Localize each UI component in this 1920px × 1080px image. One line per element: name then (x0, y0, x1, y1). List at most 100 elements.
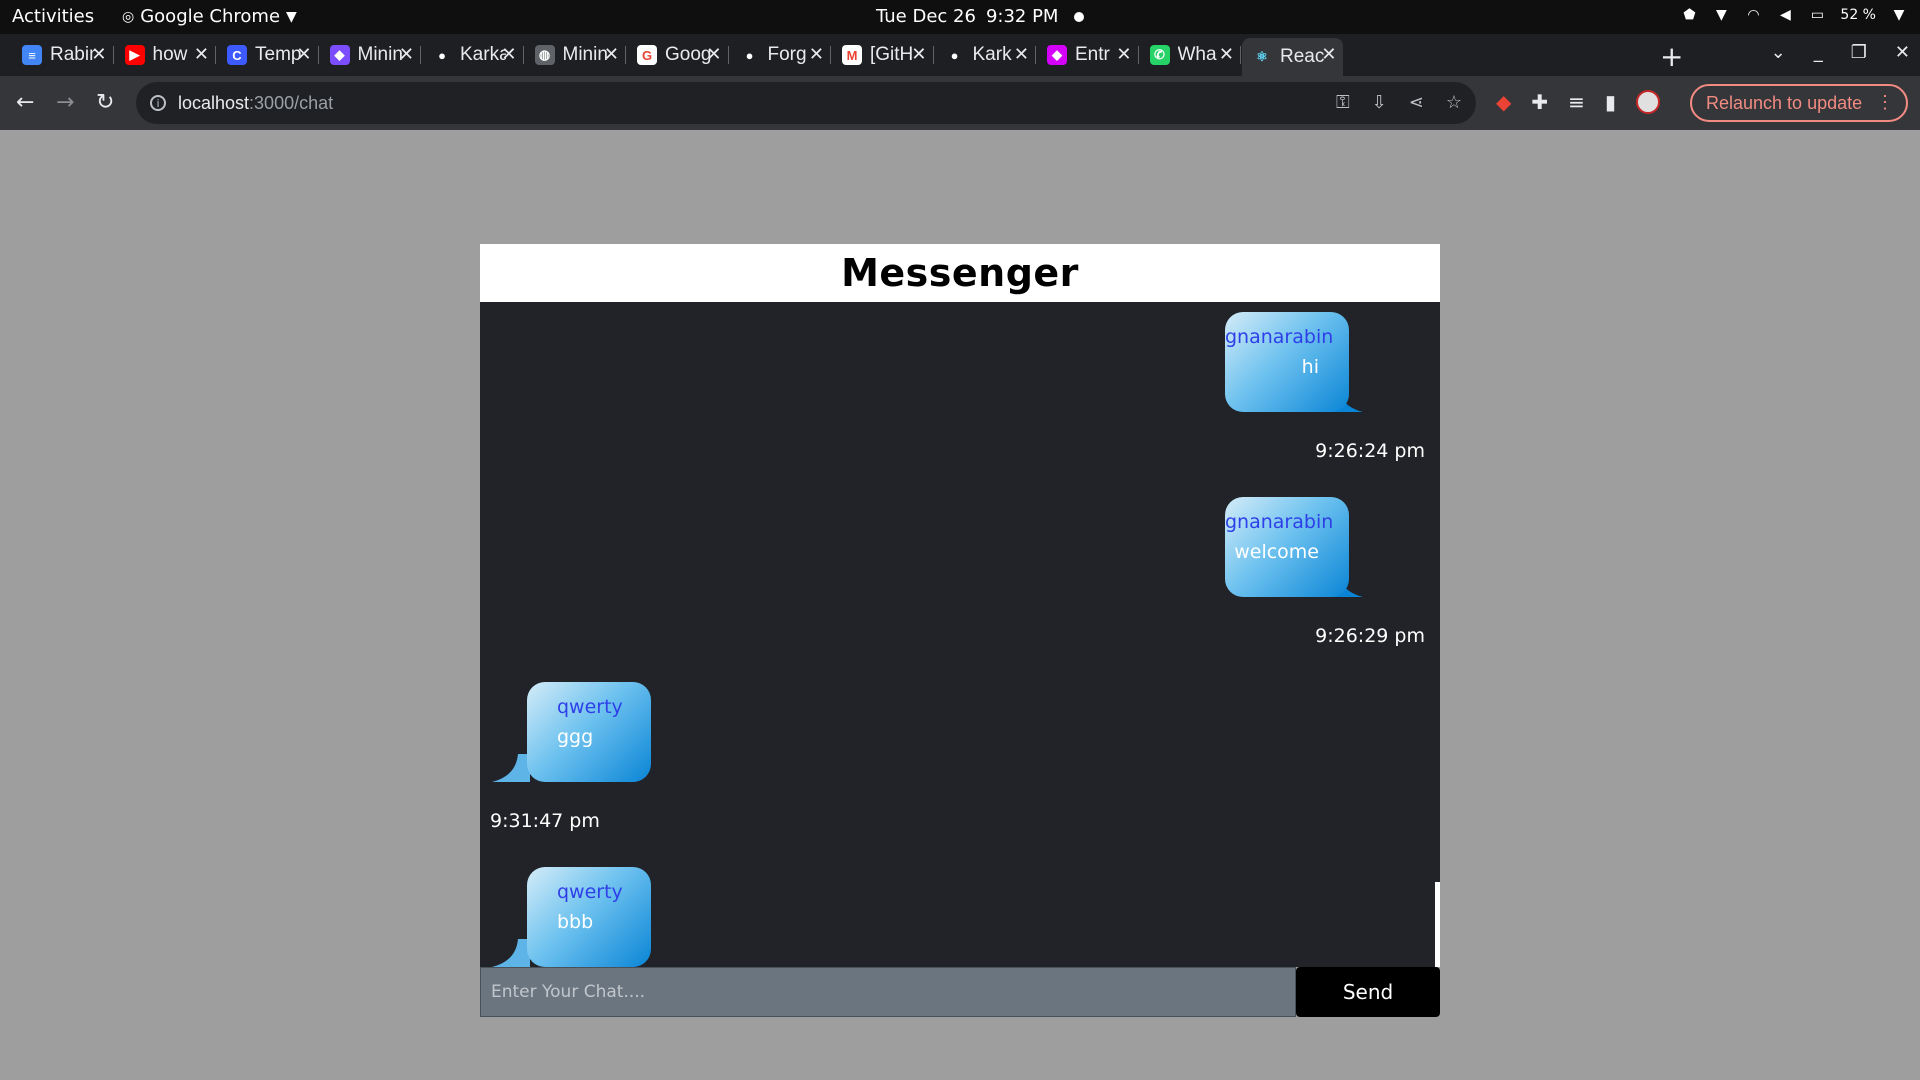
github-icon: ● (944, 45, 965, 65)
scrollbar-thumb[interactable] (1435, 882, 1440, 967)
tab-close-icon[interactable]: ✕ (706, 44, 721, 65)
site-info-icon[interactable]: i (150, 95, 166, 111)
tab-separator (830, 46, 831, 64)
tab-separator (625, 46, 626, 64)
bubble-tail (492, 754, 530, 782)
puzzle-icon[interactable]: ✚ (1531, 90, 1548, 114)
tab-title: Kark (972, 44, 1012, 65)
browser-tab[interactable]: ◆ Minin ✕ (320, 38, 421, 72)
tab-close-icon[interactable]: ✕ (1014, 44, 1029, 65)
extension-color-icon[interactable]: ◆ (1496, 90, 1511, 114)
message-username: gnanarabin (1225, 326, 1334, 348)
tab-title: [GitH (870, 44, 914, 65)
message-item: qwerty bbb (480, 867, 1435, 967)
activities-button[interactable]: Activities (12, 6, 94, 27)
browser-tab[interactable]: ● Karka ✕ (422, 38, 524, 72)
time-label: 9:32 PM (985, 6, 1059, 27)
chevron-down-icon: ▼ (1893, 7, 1905, 23)
message-text: ggg (557, 726, 594, 748)
tab-close-icon[interactable]: ✕ (194, 44, 209, 65)
key-icon[interactable]: ⚿ (1336, 92, 1350, 113)
reload-icon[interactable]: ↻ (96, 90, 114, 115)
battery-icon: ▭ (1810, 7, 1825, 23)
tab-search-icon[interactable]: ⌄ (1771, 42, 1786, 63)
new-tab-button[interactable]: + (1660, 40, 1683, 73)
browser-tab[interactable]: ✆ Wha ✕ (1140, 38, 1241, 72)
tab-close-icon[interactable]: ✕ (911, 44, 926, 65)
message-bubble: gnanarabin hi (1225, 312, 1349, 412)
more-icon[interactable]: ⋮ (1876, 92, 1894, 113)
chevron-down-icon: ▼ (1716, 7, 1727, 23)
tab-separator (420, 46, 421, 64)
react-icon: ⚛ (1252, 47, 1272, 67)
browser-tab[interactable]: ● Kark ✕ (935, 38, 1036, 72)
message-item: qwerty ggg 9:31:47 pm (480, 682, 1435, 862)
browser-tab[interactable]: ◆ Entr ✕ (1037, 38, 1139, 72)
message-text: bbb (557, 911, 594, 933)
tab-title: Entr (1075, 44, 1110, 65)
chevron-down-icon: ▼ (286, 8, 297, 25)
tab-separator (932, 46, 934, 64)
message-item: gnanarabin welcome 9:26:29 pm (480, 497, 1435, 677)
message-timestamp: 9:26:29 pm (1315, 625, 1425, 647)
github-icon: ● (739, 45, 760, 65)
tab-close-icon[interactable]: ✕ (1116, 44, 1131, 65)
browser-tab[interactable]: ● Forg ✕ (730, 38, 831, 72)
tab-title: Karka (460, 44, 506, 65)
minimize-icon[interactable]: _ (1814, 42, 1823, 63)
relaunch-button[interactable]: Relaunch to update ⋮ (1690, 84, 1908, 122)
clock[interactable]: Tue Dec 26 9:32 PM (876, 6, 1085, 27)
docs-icon: ≡ (22, 45, 42, 65)
canva-icon: C (227, 45, 247, 65)
tab-title: Forg (767, 44, 807, 65)
star-icon[interactable]: ☆ (1446, 92, 1462, 113)
message-text: welcome (1234, 541, 1319, 563)
browser-tab[interactable]: C Temp ✕ (217, 38, 319, 72)
message-item: gnanarabin hi 9:26:24 pm (480, 312, 1435, 492)
browser-tab[interactable]: ◍ Minin ✕ (525, 38, 626, 72)
tab-close-icon[interactable]: ✕ (1219, 44, 1234, 65)
restore-icon[interactable]: ❐ (1851, 42, 1867, 63)
message-bubble: gnanarabin welcome (1225, 497, 1349, 597)
address-bar[interactable]: i localhost:3000/chat ⚿ ⇩ ⋖ ☆ (136, 82, 1476, 124)
media-icon[interactable]: ≡ (1568, 90, 1585, 114)
scrollbar[interactable] (1435, 302, 1440, 967)
install-icon[interactable]: ⇩ (1372, 92, 1387, 113)
battery-percent: 52 % (1840, 7, 1876, 23)
app-menu[interactable]: ◎ Google Chrome ▼ (122, 6, 297, 27)
chat-input[interactable] (480, 967, 1296, 1017)
send-button[interactable]: Send (1296, 967, 1440, 1017)
github-icon: ● (432, 45, 452, 65)
message-list[interactable]: gnanarabin hi 9:26:24 pm gnanarabin welcome 9… (480, 302, 1435, 967)
tab-separator (727, 46, 729, 64)
browser-tab[interactable]: G Goog ✕ (627, 38, 729, 72)
back-icon[interactable]: ← (16, 90, 34, 115)
message-username: qwerty (557, 881, 623, 903)
tab-close-icon[interactable]: ✕ (91, 44, 106, 65)
tab-close-icon[interactable]: ✕ (604, 44, 619, 65)
tab-close-icon[interactable]: ✕ (1321, 44, 1336, 65)
forward-icon[interactable]: → (56, 90, 74, 115)
browser-tab[interactable]: M [GitH ✕ (832, 38, 934, 72)
globe-icon: ◍ (534, 45, 555, 65)
shield-icon: ⬟ (1683, 7, 1696, 23)
tab-close-icon[interactable]: ✕ (399, 44, 414, 65)
browser-tab[interactable]: ⚛ Reac ✕ (1242, 38, 1343, 76)
tab-close-icon[interactable]: ✕ (809, 44, 824, 65)
tab-separator (1137, 46, 1139, 64)
url-host: localhost (178, 92, 250, 113)
browser-tab[interactable]: ≡ Rabin ✕ (12, 38, 114, 72)
avatar[interactable] (1635, 90, 1660, 114)
browser-tab[interactable]: ▶ how ✕ (115, 38, 216, 72)
tab-close-icon[interactable]: ✕ (296, 44, 311, 65)
share-icon[interactable]: ⋖ (1409, 92, 1424, 113)
tab-close-icon[interactable]: ✕ (501, 44, 516, 65)
side-panel-icon[interactable]: ▮ (1605, 90, 1616, 114)
url-text[interactable]: localhost:3000/chat (178, 93, 333, 114)
system-tray[interactable]: ⬟ ▼ ◠ ◀ ▭ 52 % ▼ (1680, 6, 1908, 24)
bubble-tail (492, 939, 530, 967)
tab-title: Goog (665, 44, 711, 65)
system-top-bar: Activities ◎ Google Chrome ▼ Tue Dec 26 … (0, 0, 1920, 34)
url-path: :3000/chat (249, 92, 334, 113)
close-icon[interactable]: ✕ (1895, 42, 1910, 63)
